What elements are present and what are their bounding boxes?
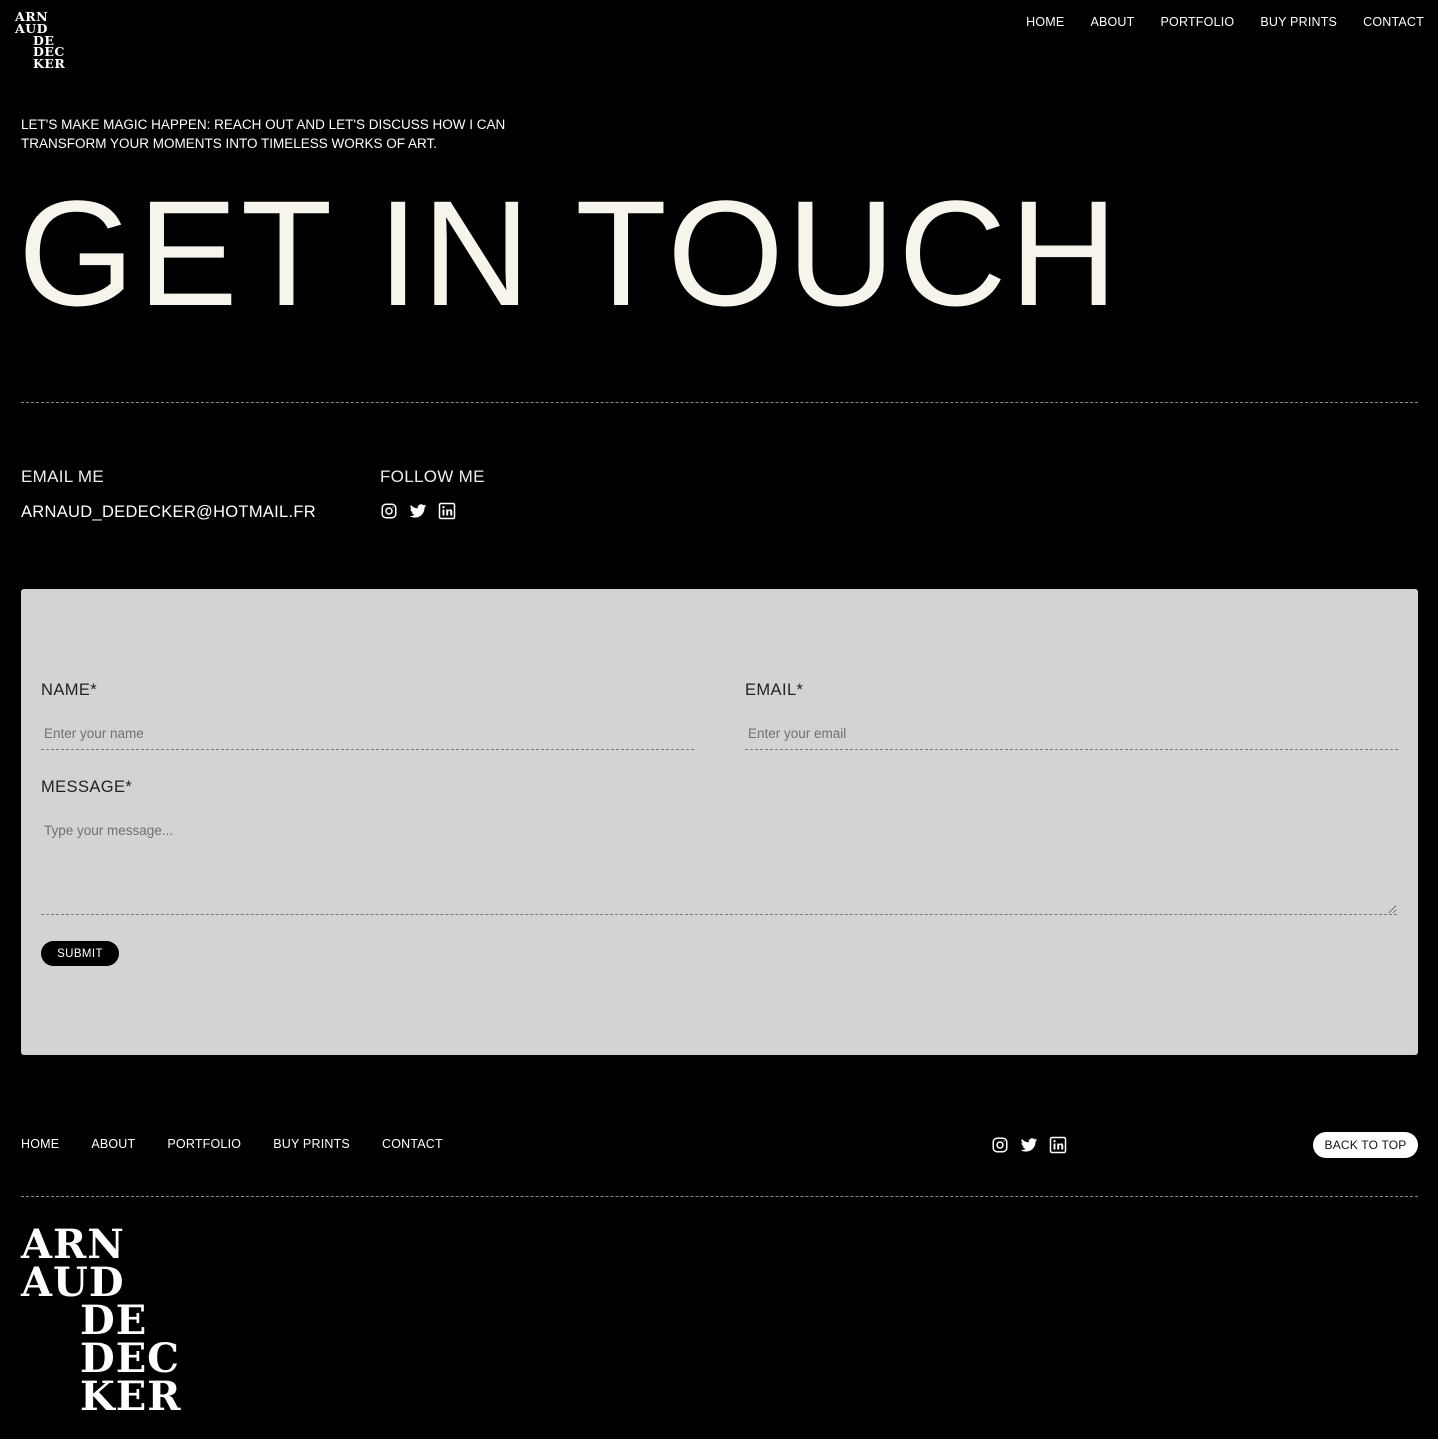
linkedin-icon[interactable] (438, 502, 456, 520)
divider (21, 402, 1418, 403)
twitter-icon[interactable] (409, 502, 427, 520)
follow-heading: FOLLOW ME (380, 467, 485, 486)
header-logo[interactable]: ARN AUD DE DEC KER (15, 10, 66, 72)
footer-logo: ARN AUD DE DEC KER (21, 1225, 182, 1420)
footer-social-links (991, 1136, 1067, 1154)
submit-button[interactable]: SUBMIT (41, 941, 119, 966)
nav-about[interactable]: ABOUT (1090, 15, 1134, 29)
email-label: EMAIL* (745, 681, 804, 699)
nav-portfolio[interactable]: PORTFOLIO (1161, 15, 1235, 29)
back-to-top-button[interactable]: BACK TO TOP (1313, 1132, 1418, 1158)
instagram-icon[interactable] (991, 1136, 1009, 1154)
footer-nav-about[interactable]: ABOUT (91, 1137, 135, 1151)
nav-contact[interactable]: CONTACT (1363, 15, 1424, 29)
linkedin-icon[interactable] (1049, 1136, 1067, 1154)
message-label: MESSAGE* (41, 778, 133, 796)
footer-nav: HOME ABOUT PORTFOLIO BUY PRINTS CONTACT (21, 1137, 443, 1151)
nav-home[interactable]: HOME (1026, 15, 1064, 29)
email-link[interactable]: ARNAUD_DEDECKER@HOTMAIL.FR (21, 503, 316, 522)
social-links (380, 502, 456, 520)
footer-nav-portfolio[interactable]: PORTFOLIO (167, 1137, 241, 1151)
email-input[interactable] (745, 717, 1398, 750)
instagram-icon[interactable] (380, 502, 398, 520)
footer-nav-home[interactable]: HOME (21, 1137, 59, 1151)
footer-nav-buy-prints[interactable]: BUY PRINTS (273, 1137, 350, 1151)
logo-line: KER (80, 1373, 182, 1420)
footer-divider (21, 1196, 1418, 1197)
footer-nav-contact[interactable]: CONTACT (382, 1137, 443, 1151)
email-section: EMAIL ME (21, 467, 104, 487)
name-input[interactable] (41, 717, 694, 750)
top-nav: HOME ABOUT PORTFOLIO BUY PRINTS CONTACT (1026, 15, 1424, 29)
name-label: NAME* (41, 681, 98, 699)
page-title: GET IN TOUCH (18, 169, 1121, 337)
twitter-icon[interactable] (1020, 1136, 1038, 1154)
contact-form: NAME* EMAIL* MESSAGE* SUBMIT (21, 589, 1418, 1055)
logo-line: KER (33, 56, 66, 72)
nav-buy-prints[interactable]: BUY PRINTS (1260, 15, 1337, 29)
follow-section: FOLLOW ME (380, 467, 485, 487)
email-heading: EMAIL ME (21, 467, 105, 486)
message-textarea[interactable] (41, 815, 1397, 915)
intro-text: LET'S MAKE MAGIC HAPPEN: REACH OUT AND L… (21, 117, 506, 151)
